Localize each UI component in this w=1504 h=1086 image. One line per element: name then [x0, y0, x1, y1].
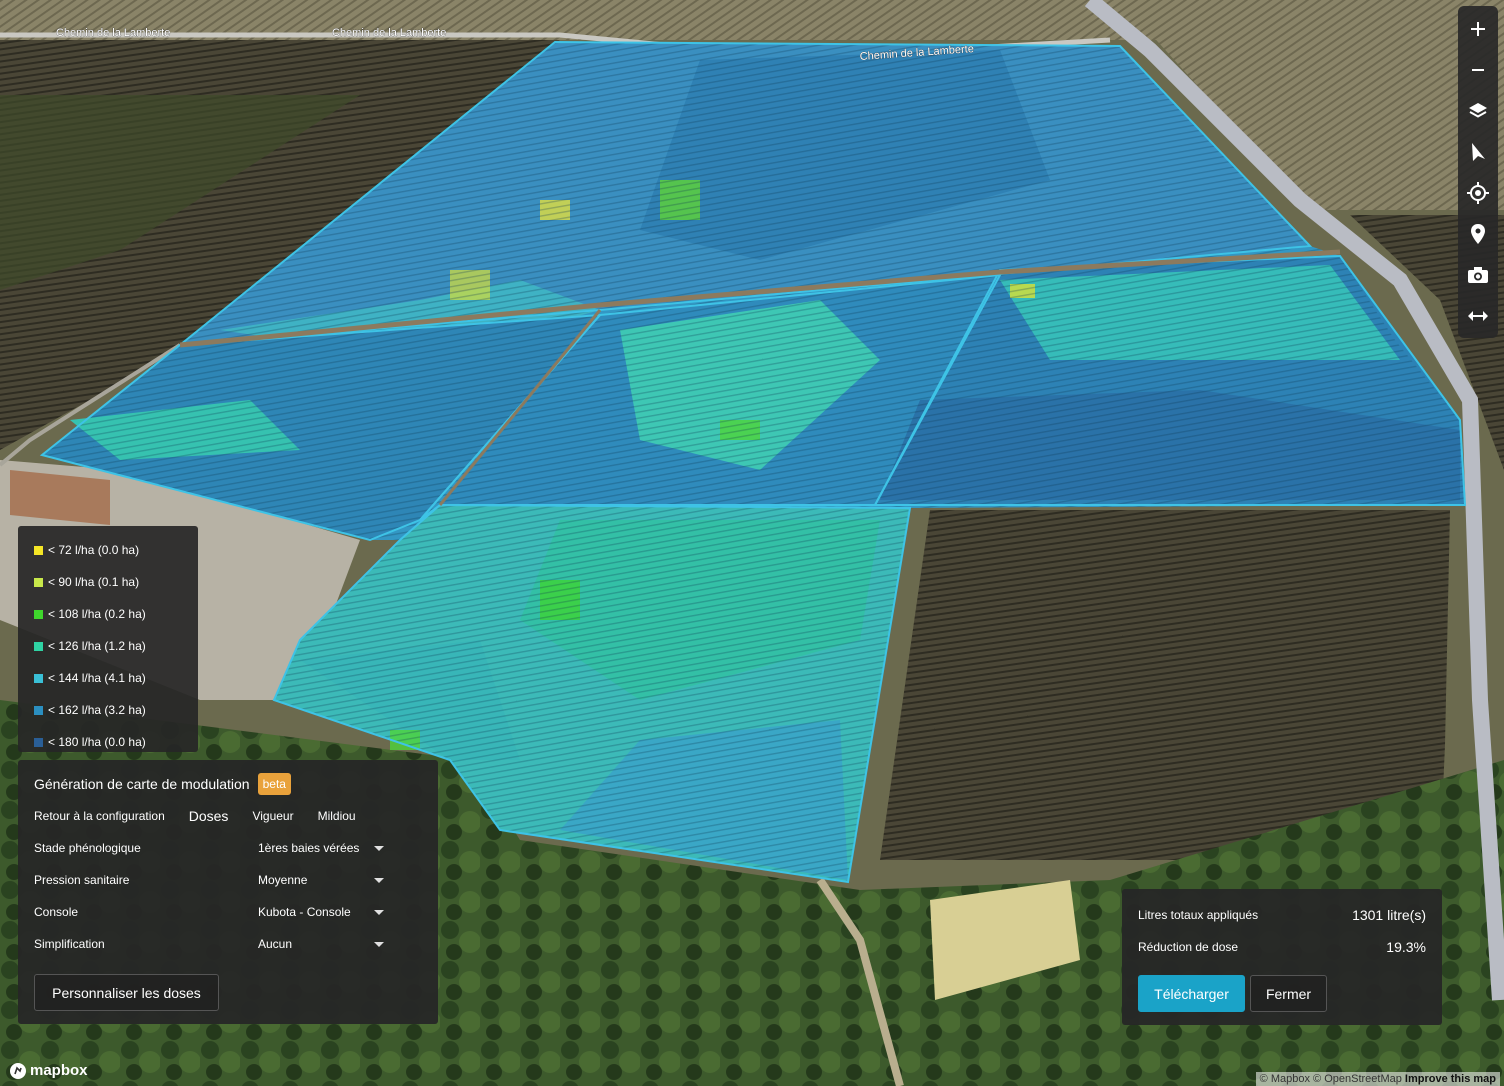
- phenological-stage-row: Stade phénologique 1ères baies vérées: [34, 832, 422, 864]
- map-attribution: © Mapbox © OpenStreetMap Improve this ma…: [1255, 1072, 1500, 1086]
- zoom-out-button[interactable]: [1458, 49, 1498, 90]
- select-value: Moyenne: [258, 873, 308, 887]
- legend-swatch: [34, 641, 43, 651]
- legend-item: < 144 l/ha (4.1 ha): [34, 662, 198, 694]
- select-value: Aucun: [258, 937, 293, 951]
- legend-item: < 180 l/ha (0.0 ha): [34, 726, 198, 758]
- plus-icon: [1471, 21, 1485, 36]
- map-pin-icon: [1471, 223, 1485, 244]
- legend-item: < 162 l/ha (3.2 ha): [34, 694, 198, 726]
- screenshot-button[interactable]: [1458, 254, 1498, 295]
- console-select[interactable]: Kubota - Console: [258, 905, 384, 919]
- legend-label: < 144 l/ha (4.1 ha): [48, 671, 146, 685]
- panel-title: Génération de carte de modulation: [34, 776, 250, 792]
- field-label: Pression sanitaire: [34, 873, 130, 887]
- legend-swatch: [34, 545, 43, 555]
- back-to-config-link[interactable]: Retour à la configuration: [34, 809, 165, 823]
- legend-item: < 108 l/ha (0.2 ha): [34, 598, 198, 630]
- panel-header: Génération de carte de modulation beta: [34, 772, 422, 796]
- dose-legend: < 72 l/ha (0.0 ha) < 90 l/ha (0.1 ha) < …: [18, 526, 198, 752]
- mapbox-attribution-link[interactable]: © Mapbox: [1260, 1073, 1310, 1085]
- download-button[interactable]: Télécharger: [1138, 975, 1245, 1012]
- legend-item: < 72 l/ha (0.0 ha): [34, 534, 198, 566]
- map-controls: [1458, 6, 1498, 338]
- road-label: Chemin de la Lamberte: [56, 27, 170, 39]
- field-label: Console: [34, 905, 79, 919]
- navigation-arrow-icon: [1472, 142, 1485, 161]
- navigate-button[interactable]: [1458, 131, 1498, 172]
- summary-panel: Litres totaux appliqués 1301 litre(s) Ré…: [1122, 889, 1442, 1025]
- total-liters-value: 1301 litre(s): [1352, 907, 1426, 923]
- caret-down-icon: [374, 909, 384, 915]
- dose-reduction-value: 19.3%: [1386, 939, 1426, 955]
- dose-reduction-label: Réduction de dose: [1138, 940, 1239, 954]
- legend-swatch: [34, 737, 43, 747]
- beta-badge: beta: [257, 773, 291, 795]
- legend-swatch: [34, 705, 43, 715]
- total-liters-label: Litres totaux appliqués: [1138, 908, 1259, 922]
- tab-doses[interactable]: Doses: [189, 808, 229, 824]
- caret-down-icon: [374, 877, 384, 883]
- marker-button[interactable]: [1458, 213, 1498, 254]
- tab-mildiou[interactable]: Mildiou: [318, 809, 356, 823]
- mapbox-logo-text: mapbox: [30, 1062, 88, 1079]
- minus-icon: [1472, 68, 1484, 71]
- legend-item: < 90 l/ha (0.1 ha): [34, 566, 198, 598]
- improve-map-link[interactable]: Improve this map: [1405, 1073, 1496, 1085]
- select-value: Kubota - Console: [258, 905, 351, 919]
- crosshair-icon: [1467, 181, 1489, 204]
- road-label: Chemin de la Lamberte: [332, 27, 446, 39]
- close-button[interactable]: Fermer: [1250, 975, 1327, 1012]
- mapbox-logo-icon: [10, 1062, 26, 1079]
- legend-swatch: [34, 673, 43, 683]
- modulation-panel: Génération de carte de modulation beta R…: [18, 760, 438, 1024]
- legend-swatch: [34, 609, 43, 619]
- simplification-select[interactable]: Aucun: [258, 937, 384, 951]
- customize-doses-button[interactable]: Personnaliser les doses: [34, 974, 219, 1011]
- osm-attribution-link[interactable]: © OpenStreetMap: [1313, 1073, 1402, 1085]
- simplification-row: Simplification Aucun: [34, 928, 422, 960]
- disease-pressure-row: Pression sanitaire Moyenne: [34, 864, 422, 896]
- field-label: Stade phénologique: [34, 841, 141, 855]
- legend-label: < 126 l/ha (1.2 ha): [48, 639, 146, 653]
- legend-swatch: [34, 577, 43, 587]
- mapbox-logo[interactable]: mapbox: [10, 1062, 88, 1079]
- caret-down-icon: [374, 845, 384, 851]
- console-row: Console Kubota - Console: [34, 896, 422, 928]
- total-liters-row: Litres totaux appliqués 1301 litre(s): [1138, 899, 1426, 931]
- legend-label: < 180 l/ha (0.0 ha): [48, 735, 146, 749]
- zoom-in-button[interactable]: [1458, 8, 1498, 49]
- phenological-stage-select[interactable]: 1ères baies vérées: [258, 841, 384, 855]
- legend-item: < 126 l/ha (1.2 ha): [34, 630, 198, 662]
- tab-vigueur[interactable]: Vigueur: [252, 809, 293, 823]
- layers-button[interactable]: [1458, 90, 1498, 131]
- layers-icon: [1469, 102, 1487, 118]
- dose-reduction-row: Réduction de dose 19.3%: [1138, 931, 1426, 963]
- camera-icon: [1468, 266, 1488, 283]
- caret-down-icon: [374, 941, 384, 947]
- legend-label: < 72 l/ha (0.0 ha): [48, 543, 140, 557]
- select-value: 1ères baies vérées: [258, 841, 360, 855]
- summary-actions: Télécharger Fermer: [1138, 975, 1426, 1012]
- locate-button[interactable]: [1458, 172, 1498, 213]
- field-label: Simplification: [34, 937, 105, 951]
- legend-label: < 108 l/ha (0.2 ha): [48, 607, 146, 621]
- panel-tabs: Retour à la configuration Doses Vigueur …: [34, 800, 422, 832]
- disease-pressure-select[interactable]: Moyenne: [258, 873, 384, 887]
- legend-label: < 162 l/ha (3.2 ha): [48, 703, 146, 717]
- measure-button[interactable]: [1458, 295, 1498, 336]
- horizontal-arrows-icon: [1468, 310, 1488, 321]
- legend-label: < 90 l/ha (0.1 ha): [48, 575, 140, 589]
